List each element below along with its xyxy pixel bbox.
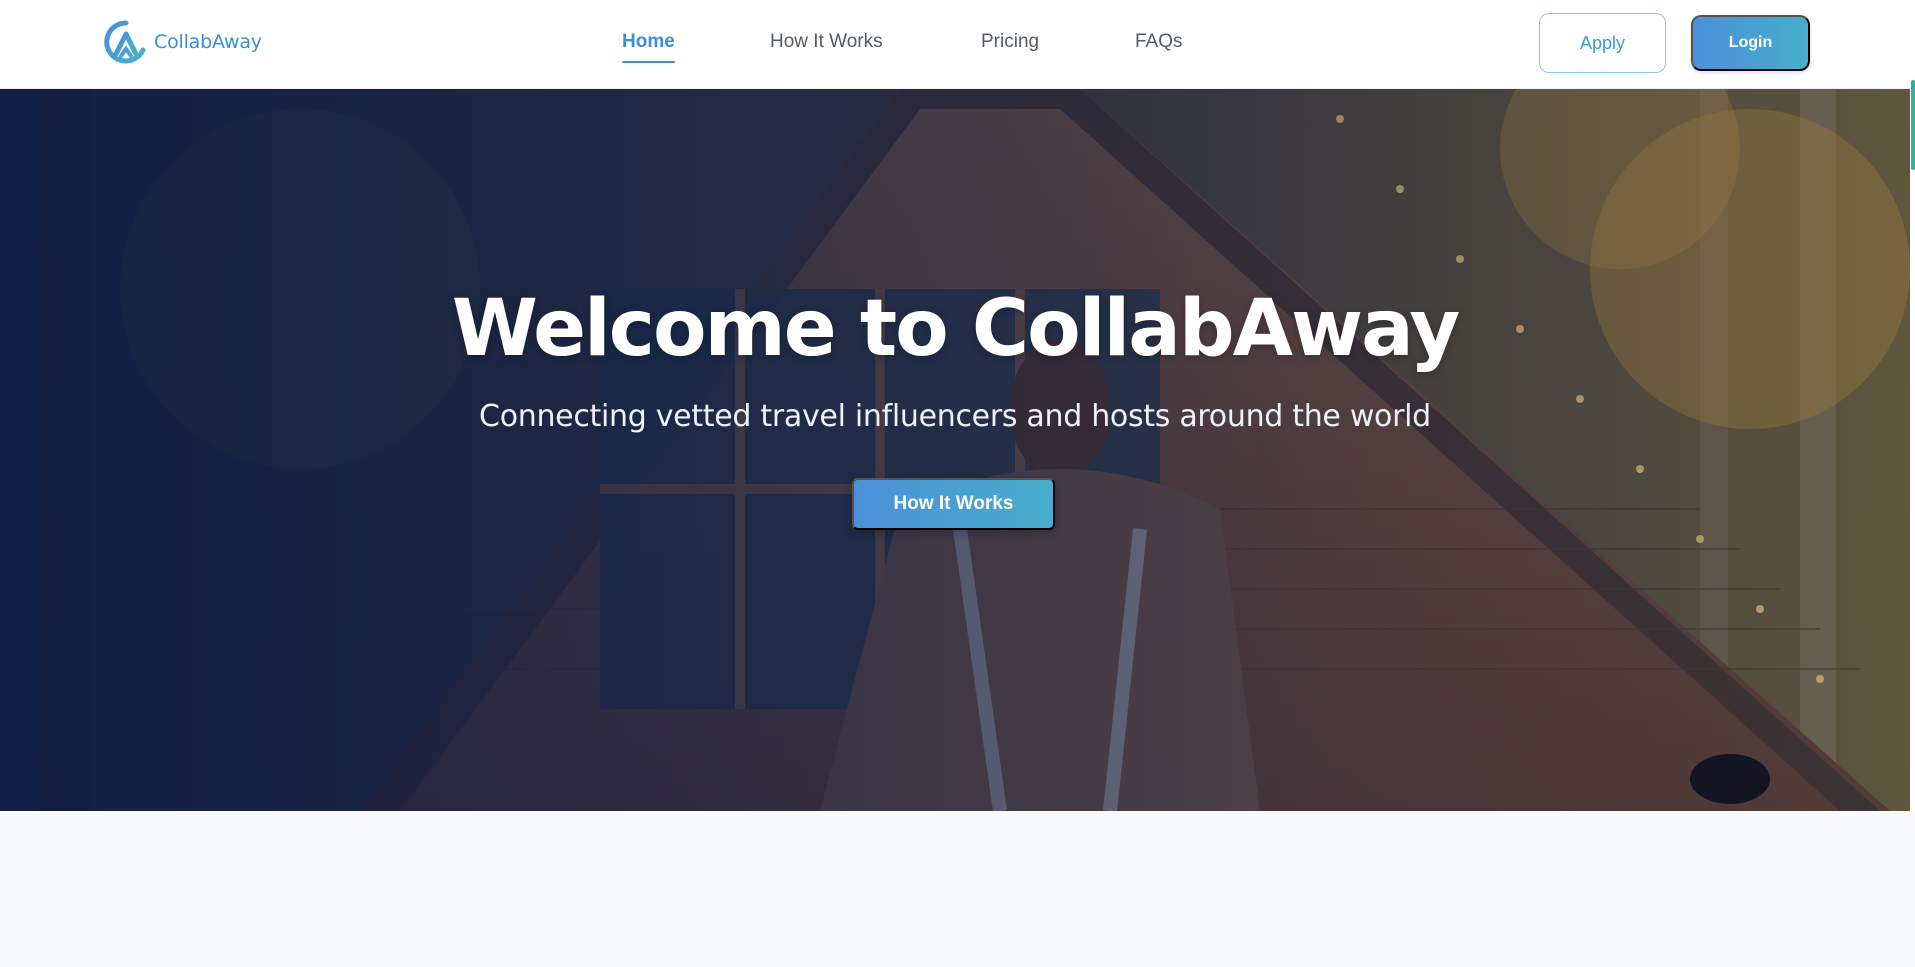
brand-name: CollabAway — [154, 31, 262, 53]
nav-link-pricing[interactable]: Pricing — [981, 30, 1039, 54]
content-section — [0, 811, 1915, 967]
hero-title: Welcome to CollabAway — [451, 284, 1460, 374]
scrollbar[interactable] — [1910, 0, 1915, 811]
login-button[interactable]: Login — [1691, 15, 1810, 71]
hero-section: Welcome to CollabAway Connecting vetted … — [0, 89, 1910, 811]
brand-logo[interactable]: CollabAway — [104, 20, 262, 64]
nav-link-home[interactable]: Home — [622, 30, 675, 63]
hero-overlay — [0, 89, 1910, 811]
nav-link-faqs[interactable]: FAQs — [1135, 30, 1183, 54]
scrollbar-thumb[interactable] — [1911, 80, 1915, 170]
collabaway-logo-icon — [104, 20, 148, 64]
hero-subtitle: Connecting vetted travel influencers and… — [479, 399, 1431, 434]
how-it-works-button[interactable]: How It Works — [852, 478, 1055, 530]
apply-button[interactable]: Apply — [1539, 13, 1666, 73]
top-navbar: CollabAway Home How It Works Pricing FAQ… — [0, 0, 1915, 89]
nav-link-how-it-works[interactable]: How It Works — [770, 30, 883, 54]
